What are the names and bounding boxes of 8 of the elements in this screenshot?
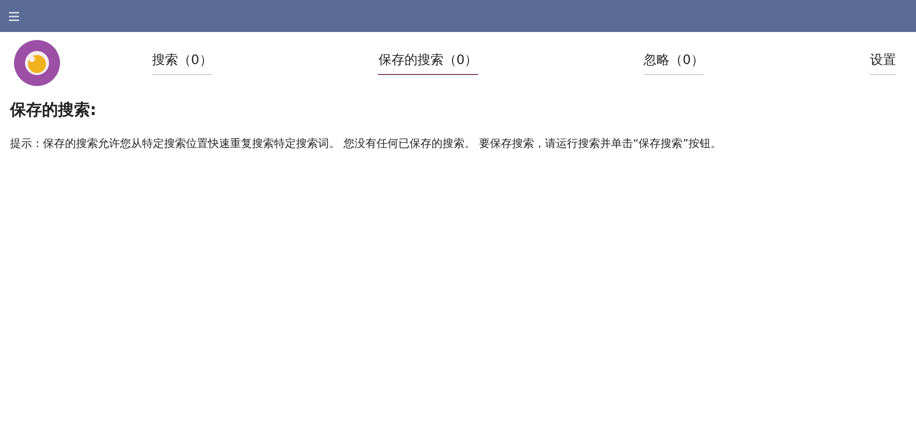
menu-icon[interactable] <box>9 12 19 20</box>
tab[interactable]: 保存的搜索（0） <box>378 50 478 76</box>
hint-text: 提示：保存的搜索允许您从特定搜索位置快速重复搜索特定搜索词。 您没有任何已保存的搜索。 要保存搜索，请运行搜索并单击“保存搜索”按钮。 <box>10 136 722 152</box>
logo-icon <box>14 40 60 86</box>
tab[interactable]: 忽略（0） <box>644 50 704 76</box>
tab[interactable]: 搜索（0） <box>152 50 212 76</box>
section-heading: 保存的搜索: <box>10 99 98 121</box>
tab[interactable]: 设置 <box>870 50 896 76</box>
